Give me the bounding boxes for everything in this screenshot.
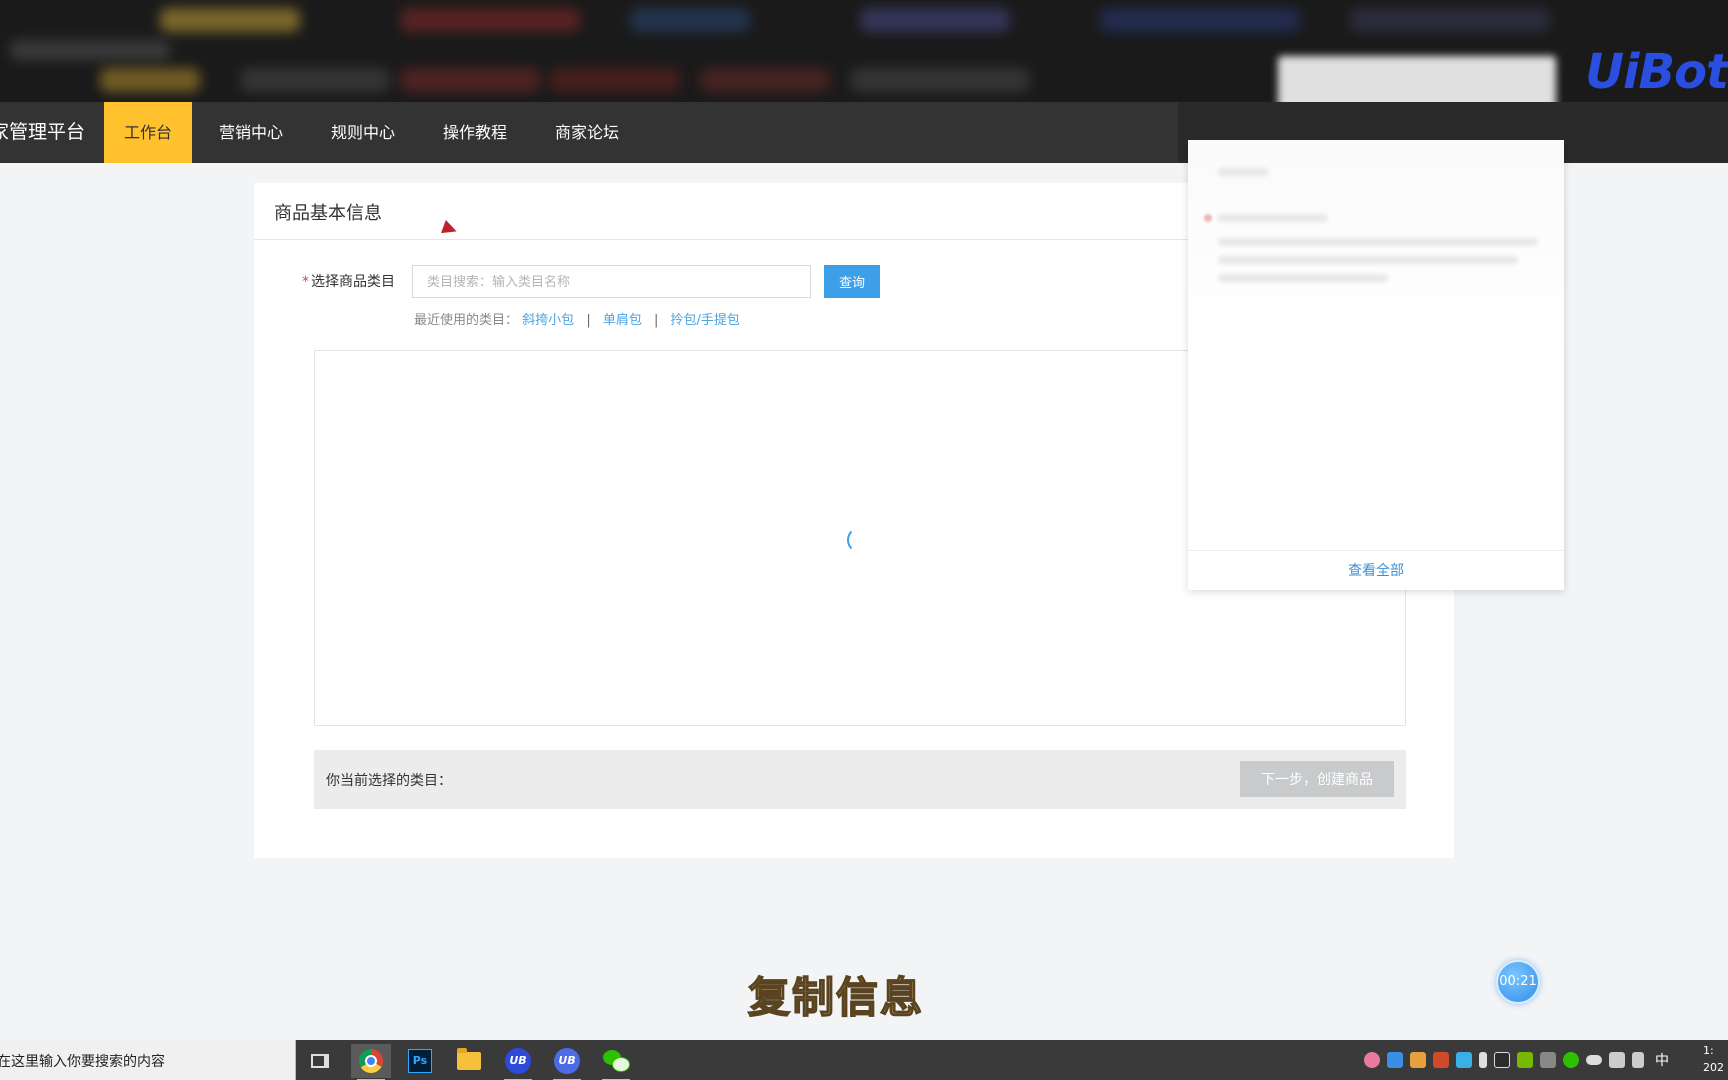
tray-app-icon[interactable] — [1364, 1052, 1380, 1068]
mouse-cursor-icon — [441, 220, 459, 238]
recent-category-link[interactable]: 拎包/手提包 — [671, 313, 740, 328]
category-search-input[interactable] — [412, 265, 811, 298]
category-label-text: 选择商品类目 — [311, 274, 395, 290]
nav-tab-forum[interactable]: 商家论坛 — [542, 102, 632, 163]
tray-app-icon[interactable] — [1456, 1052, 1472, 1068]
microphone-icon[interactable] — [1479, 1052, 1487, 1068]
platform-title: 家管理平台 — [0, 121, 86, 143]
windows-taskbar: 在这里输入你要搜索的内容 Ps UB UB 中 1: 202 — [0, 1040, 1728, 1080]
recent-category-link[interactable]: 斜挎小包 — [522, 313, 574, 328]
notification-popup: 查看全部 — [1188, 140, 1564, 590]
recent-categories: 最近使用的类目： 斜挎小包 | 单肩包 | 拎包/手提包 — [414, 309, 740, 328]
loading-spinner-icon — [847, 527, 873, 553]
uibot-worker-icon[interactable]: UB — [547, 1044, 587, 1080]
tray-shield-icon[interactable] — [1410, 1052, 1426, 1068]
recording-timer[interactable]: 00:21 — [1496, 960, 1540, 1004]
nvidia-icon[interactable] — [1517, 1052, 1533, 1068]
nav-tab-tutorial[interactable]: 操作教程 — [430, 102, 520, 163]
top-navbar: 家管理平台 工作台 营销中心 规则中心 操作教程 商家论坛 — [0, 102, 1178, 163]
wechat-icon[interactable] — [596, 1044, 636, 1080]
system-clock[interactable]: 1: 202 — [1703, 1042, 1724, 1076]
clock-date: 202 — [1703, 1061, 1724, 1074]
uibot-logo: UiBot — [1585, 44, 1728, 100]
file-explorer-icon[interactable] — [449, 1044, 489, 1078]
nav-tab-rules[interactable]: 规则中心 — [318, 102, 408, 163]
task-view-icon[interactable] — [300, 1044, 340, 1078]
clock-time: 1: — [1703, 1044, 1714, 1057]
popup-content-blurred — [1188, 140, 1564, 360]
view-all-link[interactable]: 查看全部 — [1188, 550, 1564, 590]
card-title: 商品基本信息 — [274, 203, 382, 224]
category-field-label: * 选择商品类目 — [302, 271, 395, 291]
recent-category-link[interactable]: 单肩包 — [603, 313, 642, 328]
wechat-tray-icon[interactable] — [1563, 1052, 1579, 1068]
query-button[interactable]: 查询 — [824, 265, 880, 298]
required-mark: * — [302, 274, 309, 290]
input-method-indicator[interactable]: 中 — [1655, 1050, 1669, 1070]
separator: | — [654, 313, 659, 328]
nav-tab-marketing[interactable]: 营销中心 — [206, 102, 296, 163]
video-subtitle: 复制信息 — [747, 972, 924, 1023]
next-create-product-button[interactable]: 下一步，创建商品 — [1240, 761, 1394, 797]
current-selection-label: 你当前选择的类目： — [326, 773, 452, 789]
security-icon[interactable] — [1494, 1052, 1510, 1068]
recent-label: 最近使用的类目： — [414, 313, 519, 328]
photoshop-icon[interactable]: Ps — [400, 1044, 440, 1078]
system-tray: 中 — [1364, 1040, 1669, 1080]
tray-app-icon[interactable] — [1433, 1052, 1449, 1068]
current-selection-bar: 你当前选择的类目： 下一步，创建商品 — [314, 750, 1406, 809]
network-icon[interactable] — [1609, 1052, 1625, 1068]
volume-icon[interactable] — [1632, 1052, 1644, 1068]
onedrive-icon[interactable] — [1586, 1055, 1602, 1065]
taskbar-search-text: 在这里输入你要搜索的内容 — [0, 1054, 165, 1070]
separator: | — [586, 313, 591, 328]
nav-tab-workbench[interactable]: 工作台 — [104, 102, 192, 163]
chrome-icon[interactable] — [351, 1044, 391, 1080]
tray-app-icon[interactable] — [1387, 1052, 1403, 1068]
tray-app-icon[interactable] — [1540, 1052, 1556, 1068]
taskbar-search-box[interactable]: 在这里输入你要搜索的内容 — [0, 1040, 296, 1080]
uibot-creator-icon[interactable]: UB — [498, 1044, 538, 1080]
